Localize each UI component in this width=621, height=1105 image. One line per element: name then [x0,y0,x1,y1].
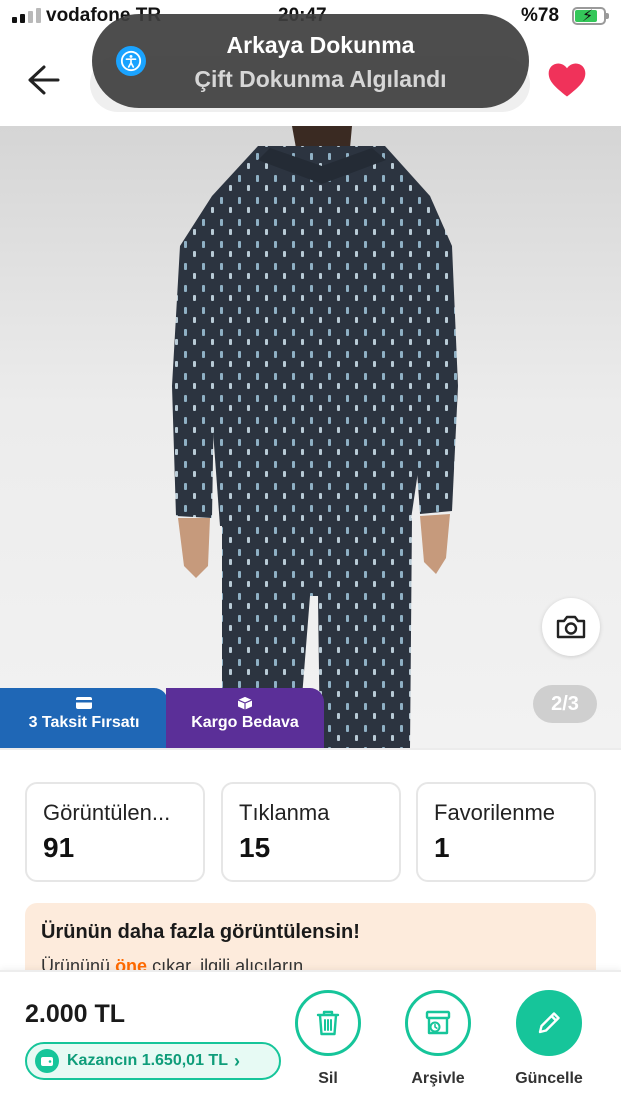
battery-percentage: %78 [521,5,560,26]
chevron-right-icon: › [233,1050,240,1071]
wallet-icon [35,1049,59,1073]
stat-card-views: Görüntülen... 91 [25,782,205,882]
favorite-button[interactable] [545,58,589,102]
heart-icon [548,63,586,97]
earnings-button[interactable]: Kazancın 1.650,01 TL › [25,1042,281,1080]
notification-title: Arkaya Dokunma [226,32,415,58]
installment-badge-label: 3 Taksit Fırsatı [28,714,140,731]
delete-button[interactable]: Sil [280,990,376,1088]
package-icon [237,696,253,710]
stat-value: 1 [434,832,450,863]
arrow-left-icon [28,65,60,95]
bottom-action-bar: 2.000 TL Kazancın 1.650,01 TL › Sil Arşi… [0,970,621,1105]
pencil-icon [538,1012,560,1034]
trash-icon [316,1010,340,1036]
battery-icon: ⚡ [572,7,609,25]
stat-label: Görüntülen... [43,800,171,825]
divider [0,748,621,750]
archive-button[interactable]: Arşivle [390,990,486,1088]
notification-subtitle: Çift Dokunma Algılandı [194,66,447,92]
update-label: Güncelle [515,1070,583,1087]
stat-card-clicks: Tıklanma 15 [221,782,401,882]
stat-value: 15 [239,832,271,863]
archive-label: Arşivle [411,1070,465,1087]
product-image[interactable]: 2/3 3 Taksit Fırsatı Kargo Bedava [0,126,621,748]
stat-card-favorites: Favorilenme 1 [416,782,596,882]
installment-badge: 3 Taksit Fırsatı [0,688,168,748]
back-button[interactable] [24,62,64,98]
stat-value: 91 [43,832,75,863]
free-shipping-badge-label: Kargo Bedava [191,714,299,731]
credit-card-icon [76,697,92,709]
page-indicator: 2/3 [533,685,597,723]
archive-icon [425,1010,451,1035]
signal-strength-icon [12,8,41,23]
update-button[interactable]: Güncelle [501,990,597,1088]
camera-button[interactable] [542,598,600,656]
product-photo [172,126,458,748]
free-shipping-badge: Kargo Bedava [166,688,324,748]
stat-label: Tıklanma [239,800,330,825]
camera-icon [556,615,586,639]
stat-label: Favorilenme [434,800,556,825]
promote-title: Ürünün daha fazla görüntülensin! [41,921,360,943]
earnings-label: Kazancın 1.650,01 TL [67,1052,228,1069]
accessibility-notification: Arkaya Dokunma Çift Dokunma Algılandı [92,14,529,108]
delete-label: Sil [318,1070,338,1087]
product-price: 2.000 TL [25,1000,126,1028]
